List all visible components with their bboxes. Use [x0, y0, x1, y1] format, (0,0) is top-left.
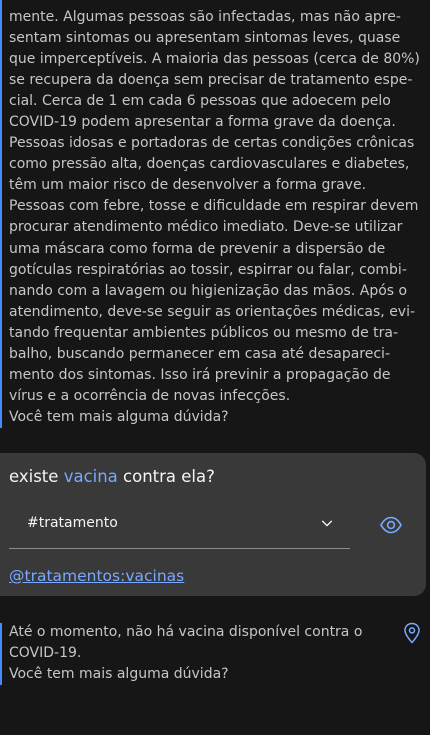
bot-text-line: tando frequentar ambientes públicos ou m…: [9, 324, 399, 341]
bot-text-line: que imperceptíveis. A maioria das pessoa…: [9, 51, 420, 68]
bot-text-line: se recupera da doença sem precisar de tr…: [9, 72, 413, 89]
bot-text-line: Até o momento, não há vacina disponível …: [9, 624, 363, 640]
bot-text-line: gotículas respiratórias ao tossir, espir…: [9, 261, 407, 278]
user-utterance: existe vacina contra ela?: [9, 467, 215, 486]
annotated-entity[interactable]: vacina: [64, 467, 118, 486]
eye-icon[interactable]: [379, 513, 403, 537]
intent-dropdown[interactable]: #tratamento: [9, 503, 350, 549]
user-message-card: existe vacina contra ela? #tratamento @t…: [0, 453, 426, 596]
utterance-prefix: existe: [9, 467, 64, 486]
bot-text-line: COVID-19.: [9, 645, 82, 661]
bot-text-line: balho, buscando permanecer em casa até d…: [9, 345, 391, 362]
bot-text-line: têm um maior risco de desenvolver a form…: [9, 177, 367, 194]
bot-text-line: Você tem mais alguma dúvida?: [9, 408, 229, 425]
bot-text-line: Pessoas com febre, tosse e dificuldade e…: [9, 198, 419, 215]
entity-link[interactable]: @tratamentos:vacinas: [9, 567, 184, 585]
bot-text-line: sentam sintomas ou apresentam sintomas l…: [9, 30, 401, 47]
bot-response-text: Até o momento, não há vacina disponível …: [9, 622, 389, 685]
bot-text-line: mento dos sintomas. Isso irá previnir a …: [9, 366, 391, 383]
bot-response-text: mente. Algumas pessoas são infectadas, m…: [9, 7, 420, 428]
bot-text-line: nando com a lavagem ou higienização das …: [9, 282, 408, 299]
bot-text-line: Pessoas idosas e portadoras de certas co…: [9, 135, 415, 152]
message-accent-bar: [0, 623, 2, 685]
chevron-down-icon: [321, 520, 333, 527]
bot-text-line: procurar atendimento médico imediato. De…: [9, 219, 403, 236]
bot-message: mente. Algumas pessoas são infectadas, m…: [0, 0, 430, 440]
bot-text-line: cial. Cerca de 1 em cada 6 pessoas que a…: [9, 93, 391, 110]
bot-text-line: como pressão alta, doenças cardiovascula…: [9, 156, 410, 173]
bot-text-line: COVID-19 podem apresentar a forma grave …: [9, 114, 396, 131]
bot-text-line: Você tem mais alguma dúvida?: [9, 666, 229, 682]
bot-text-line: atendimento, deve-se seguir as orientaçõ…: [9, 303, 416, 320]
message-accent-bar: [0, 0, 2, 428]
bot-text-line: mente. Algumas pessoas são infectadas, m…: [9, 9, 401, 25]
utterance-suffix: contra ela?: [117, 467, 215, 486]
location-pin-icon[interactable]: [402, 622, 422, 644]
bot-message: Até o momento, não há vacina disponível …: [0, 619, 430, 689]
bot-text-line: vírus e a ocorrência de novas infecções.: [9, 387, 291, 404]
bot-text-line: uma máscara como forma de prevenir a dis…: [9, 240, 386, 257]
intent-selected-value: #tratamento: [27, 515, 118, 531]
